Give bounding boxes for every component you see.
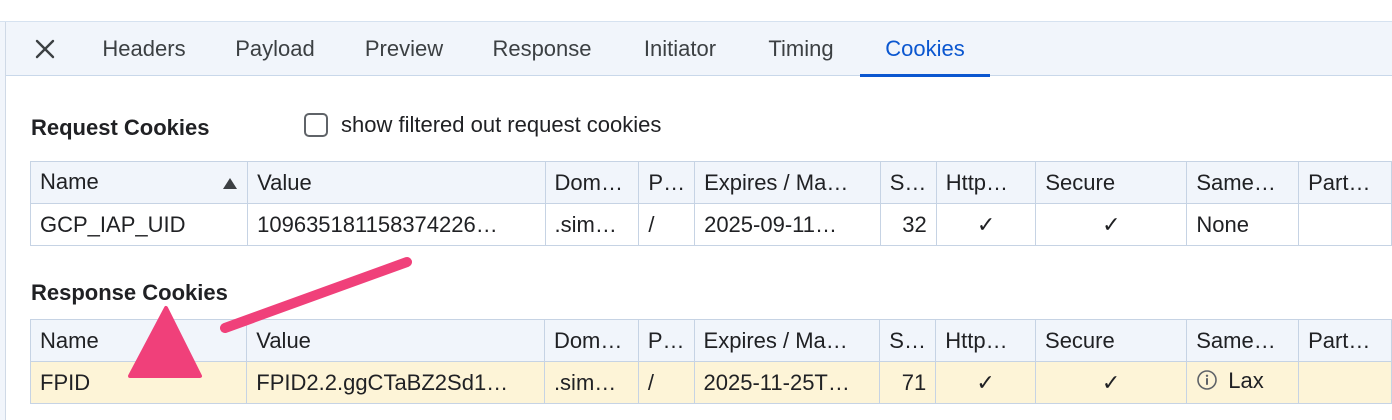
column-header-httponly[interactable]: Http…: [935, 319, 1037, 362]
cell-domain: .sim…: [544, 203, 640, 246]
tab-label: Payload: [235, 36, 315, 61]
column-header-domain[interactable]: Dom…: [543, 319, 639, 362]
cell-size: 71: [879, 361, 937, 404]
cell-value: 109635181158374226…: [247, 203, 546, 246]
column-header-samesite[interactable]: Same…: [1186, 319, 1300, 362]
tab-preview[interactable]: Preview: [346, 22, 462, 76]
tab-label: Preview: [364, 36, 444, 61]
request-cookies-title: Request Cookies: [31, 115, 210, 140]
response-cookies-table: Name Value Dom… P… Expires / Ma… S… Http…: [29, 319, 1392, 404]
table-row[interactable]: FPID FPID2.2.ggCTaBZ2Sd1… .sim… / 2025-1…: [29, 361, 1392, 404]
column-header-value[interactable]: Value: [247, 161, 546, 204]
show-filtered-label[interactable]: show filtered out request cookies: [341, 112, 661, 138]
cell-partition: [1298, 203, 1392, 246]
column-header-samesite[interactable]: Same…: [1186, 161, 1300, 204]
cell-path: /: [637, 361, 695, 404]
column-header-path[interactable]: P…: [638, 161, 696, 204]
tab-label: Cookies: [885, 36, 965, 61]
samesite-value: Lax: [1228, 368, 1264, 394]
panel-left-edge: [0, 22, 6, 420]
cell-size: 32: [879, 203, 937, 246]
column-header-secure[interactable]: Secure: [1035, 161, 1188, 204]
column-header-domain[interactable]: Dom…: [544, 161, 640, 204]
table-row[interactable]: GCP_IAP_UID 109635181158374226… .sim… / …: [29, 203, 1392, 246]
request-cookies-table: Name Value Dom… P… Expires / Ma… S… Http…: [29, 161, 1392, 246]
cell-samesite: None: [1186, 203, 1300, 246]
tab-cookies[interactable]: Cookies: [860, 22, 990, 77]
column-header-size[interactable]: S…: [879, 319, 937, 362]
cell-name: GCP_IAP_UID: [29, 203, 249, 246]
tab-response[interactable]: Response: [474, 22, 610, 76]
tab-headers[interactable]: Headers: [84, 22, 204, 76]
column-header-partition[interactable]: Part…: [1298, 161, 1392, 204]
tab-initiator[interactable]: Initiator: [624, 22, 736, 76]
column-header-name[interactable]: Name: [29, 319, 248, 362]
cell-path: /: [638, 203, 696, 246]
cell-secure: ✓: [1035, 203, 1188, 246]
tab-payload[interactable]: Payload: [218, 22, 332, 76]
column-header-secure[interactable]: Secure: [1035, 319, 1188, 362]
cell-httponly: ✓: [935, 361, 1037, 404]
cell-name: FPID: [29, 361, 248, 404]
cell-domain: .sim…: [543, 361, 639, 404]
tab-label: Response: [492, 36, 592, 61]
cell-expires: 2025-09-11…: [694, 203, 881, 246]
tab-label: Timing: [768, 36, 834, 61]
column-header-name[interactable]: Name: [29, 161, 249, 204]
tab-timing[interactable]: Timing: [750, 22, 852, 76]
column-header-path[interactable]: P…: [637, 319, 695, 362]
panel-top-strip: [0, 0, 1392, 22]
column-header-value[interactable]: Value: [246, 319, 545, 362]
column-header-size[interactable]: S…: [879, 161, 937, 204]
close-icon: [35, 39, 55, 59]
table-header-row: Name Value Dom… P… Expires / Ma… S… Http…: [29, 161, 1392, 204]
cell-value: FPID2.2.ggCTaBZ2Sd1…: [246, 361, 545, 404]
tab-label: Initiator: [643, 36, 717, 61]
info-icon[interactable]: [1196, 369, 1218, 397]
cell-partition: [1298, 361, 1392, 404]
cell-samesite: Lax: [1186, 361, 1300, 404]
cell-expires: 2025-11-25T…: [693, 361, 881, 404]
response-cookies-title: Response Cookies: [31, 280, 228, 305]
table-header-row: Name Value Dom… P… Expires / Ma… S… Http…: [29, 319, 1392, 362]
show-filtered-checkbox[interactable]: [304, 113, 328, 137]
column-header-expires[interactable]: Expires / Ma…: [694, 161, 881, 204]
sort-ascending-icon: [222, 171, 238, 197]
close-button[interactable]: [30, 36, 60, 62]
column-header-expires[interactable]: Expires / Ma…: [693, 319, 881, 362]
cell-httponly: ✓: [935, 203, 1037, 246]
cell-secure: ✓: [1035, 361, 1188, 404]
column-header-httponly[interactable]: Http…: [935, 161, 1037, 204]
column-header-partition[interactable]: Part…: [1298, 319, 1392, 362]
tab-label: Headers: [102, 36, 186, 61]
